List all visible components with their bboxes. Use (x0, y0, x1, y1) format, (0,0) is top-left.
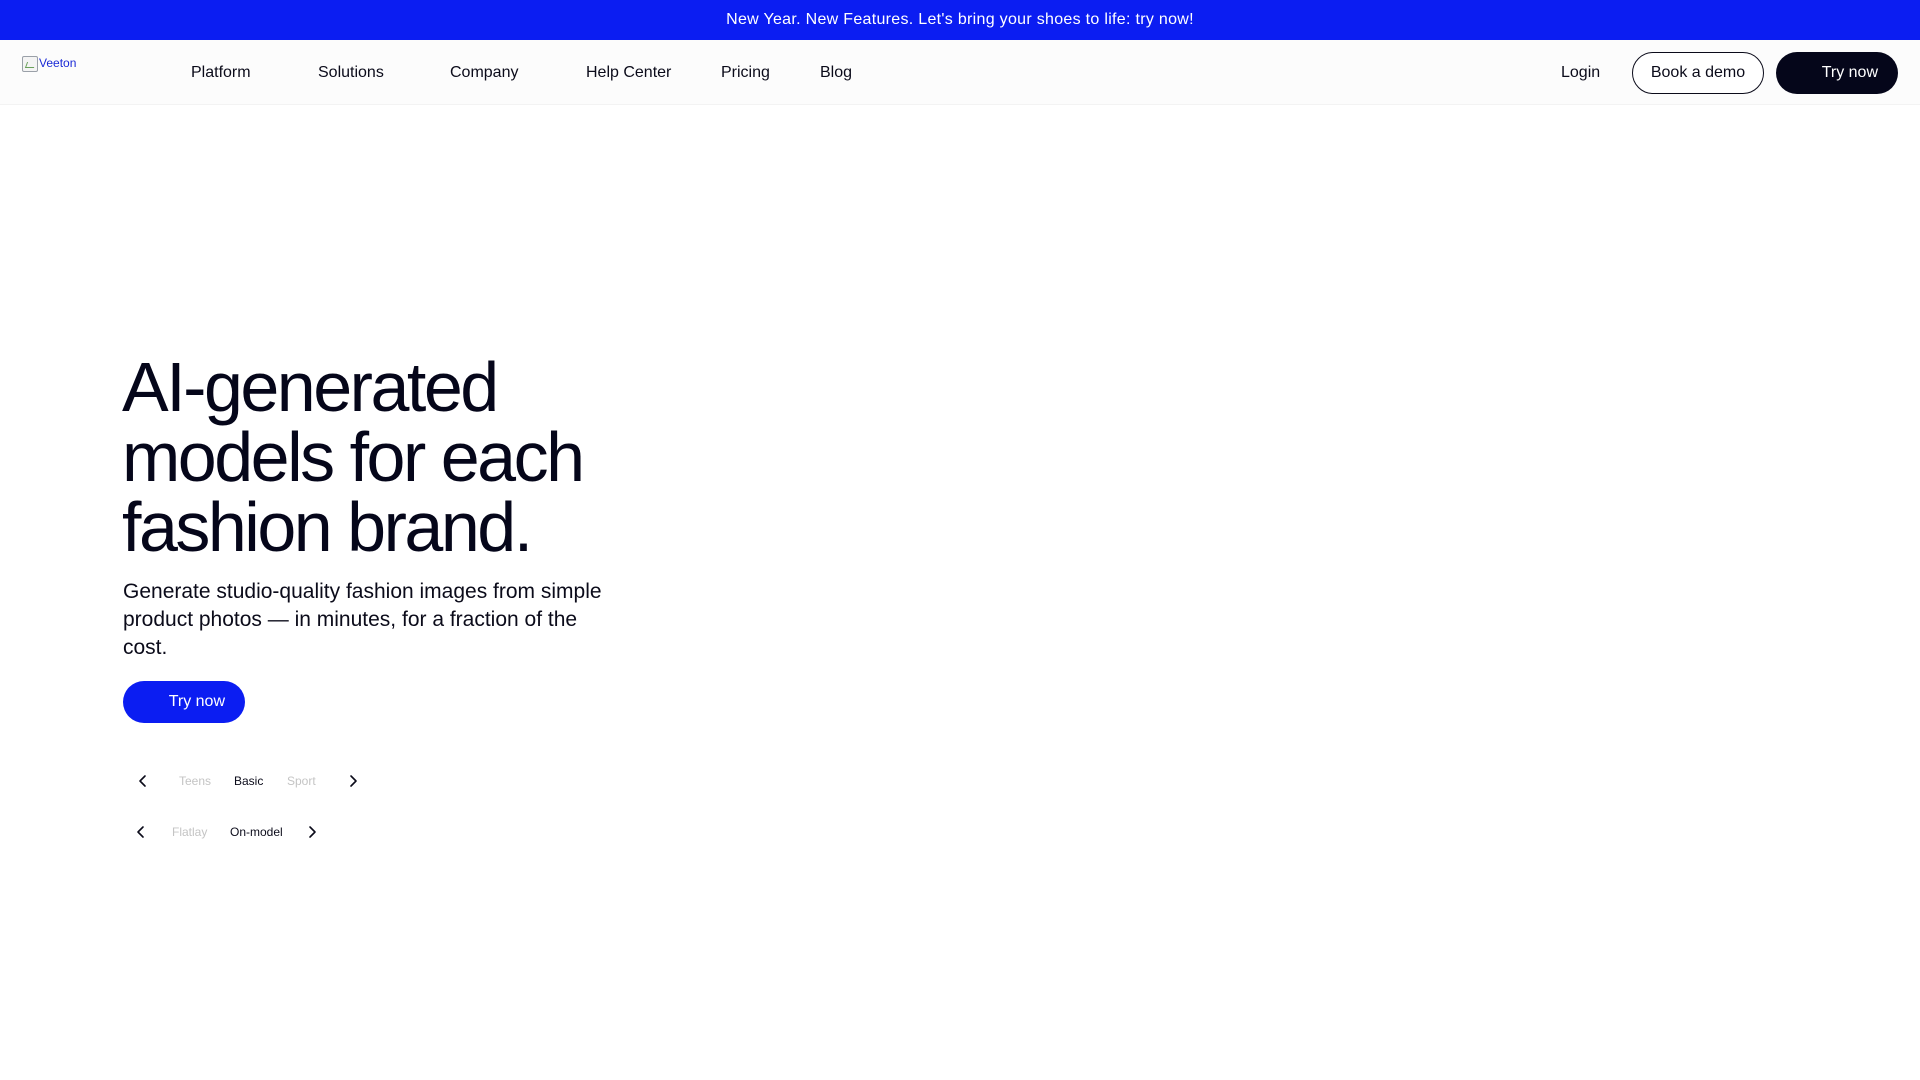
nav-item-company[interactable]: Company (450, 64, 518, 82)
announcement-text[interactable]: New Year. New Features. Let's bring your… (726, 11, 1194, 29)
chevron-left-icon[interactable] (136, 773, 150, 789)
nav-item-pricing[interactable]: Pricing (721, 64, 770, 82)
photo-type-carousel: Flatlay On-model (134, 822, 334, 842)
carousel-option-teens[interactable]: Teens (179, 774, 211, 788)
chevron-right-icon[interactable] (346, 773, 360, 789)
carousel-option-on-model[interactable]: On-model (230, 825, 283, 839)
announcement-bar[interactable]: New Year. New Features. Let's bring your… (0, 0, 1920, 40)
model-style-carousel: Teens Basic Sport (136, 771, 366, 791)
hero-title-line-2: models for each (122, 418, 585, 496)
nav-item-platform[interactable]: Platform (191, 64, 251, 82)
hero-title: AI-generated models for each fashion bra… (122, 352, 682, 562)
login-link[interactable]: Login (1561, 64, 1600, 82)
hero-title-line-1: AI-generated (122, 348, 499, 426)
header-try-now-button[interactable]: Try now (1776, 52, 1898, 94)
book-demo-button[interactable]: Book a demo (1632, 52, 1764, 94)
nav-item-help-center[interactable]: Help Center (586, 64, 671, 82)
logo[interactable]: Veeton (22, 56, 76, 72)
chevron-right-icon[interactable] (305, 824, 319, 840)
carousel-option-flatlay[interactable]: Flatlay (172, 825, 207, 839)
broken-image-icon (22, 56, 38, 72)
carousel-option-sport[interactable]: Sport (287, 774, 316, 788)
hero-title-line-3: fashion brand. (122, 488, 533, 566)
carousel-option-basic[interactable]: Basic (234, 774, 263, 788)
hero-subtitle: Generate studio-quality fashion images f… (123, 580, 602, 659)
nav-item-blog[interactable]: Blog (820, 64, 852, 82)
logo-alt-text: Veeton (39, 56, 77, 70)
nav-item-solutions[interactable]: Solutions (318, 64, 384, 82)
hero-try-now-button[interactable]: Try now (123, 681, 245, 723)
chevron-left-icon[interactable] (134, 824, 148, 840)
